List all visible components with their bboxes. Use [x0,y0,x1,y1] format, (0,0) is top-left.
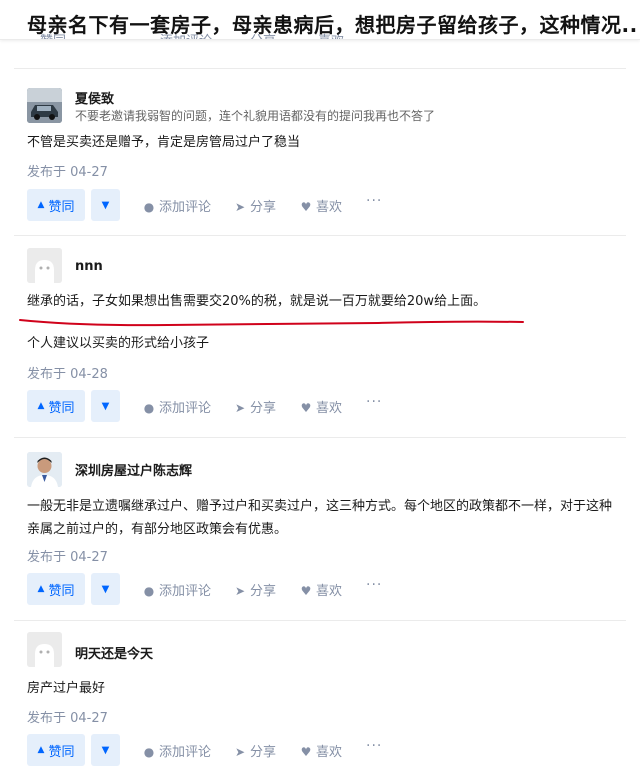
share-button[interactable]: ➤ 分享 [233,196,276,215]
like-button[interactable]: ♥ 喜欢 [299,580,342,599]
upvote-label: 赞同 [48,400,75,416]
question-header: 赞同 添加评论 分享 喜欢 母亲名下有一套房子，母亲患病后，想把房子留给孩子，这… [0,0,640,40]
like-button[interactable]: ♥ 喜欢 [299,741,342,760]
comment-bubble-icon: ● [143,584,155,598]
avatar[interactable] [27,632,62,667]
triangle-down-icon: ▼ [101,400,110,412]
comment-button[interactable]: ● 添加评论 [142,397,211,416]
divider [14,68,626,69]
default-avatar-icon [27,632,62,667]
comment-label: 添加评论 [159,584,212,599]
answer-item: 夏侯致 不要老邀请我弱智的问题，连个礼貌用语都没有的提问我再也不答了 不管是买卖… [0,68,640,228]
upvote-label: 赞同 [48,199,75,215]
heart-icon: ♥ [300,200,312,214]
avatar[interactable] [27,88,62,123]
more-options-icon[interactable]: ··· [366,738,382,754]
comment-bubble-icon: ● [143,200,155,214]
downvote-button[interactable]: ▼ [91,189,120,221]
car-avatar-icon [27,88,62,123]
heart-icon: ♥ [300,584,312,598]
triangle-up-icon: ▲ [37,401,45,411]
downvote-button[interactable]: ▼ [91,390,120,422]
triangle-down-icon: ▼ [101,199,110,211]
like-label: 喜欢 [316,401,343,416]
share-arrow-icon: ➤ [234,200,246,214]
upvote-button[interactable]: ▲ 赞同 [27,573,85,605]
comment-button[interactable]: ● 添加评论 [142,196,211,215]
share-label: 分享 [250,200,277,215]
red-underline-annotation [19,319,524,327]
more-options-icon[interactable]: ··· [366,193,382,209]
answer-paragraph: 一般无非是立遗嘱继承过户、赠予过户和买卖过户，这三种方式。每个地区的政策都不一样… [27,499,613,537]
question-title[interactable]: 母亲名下有一套房子，母亲患病后，想把房子留给孩子，这种情况... [27,9,637,38]
share-arrow-icon: ➤ [234,745,246,759]
publish-date: 发布于 04-28 [27,367,108,382]
like-button[interactable]: ♥ 喜欢 [299,397,342,416]
comment-bubble-icon: ● [143,745,155,759]
author-name[interactable]: nnn [75,259,103,274]
answer-actions: ▲ 赞同 ▼ ● 添加评论 ➤ 分享 ♥ 喜欢 ··· [27,573,627,605]
heart-icon: ♥ [300,401,312,415]
answer-paragraph: 房产过户最好 [27,681,106,696]
triangle-up-icon: ▲ [37,745,45,755]
comment-label: 添加评论 [159,200,212,215]
publish-date: 发布于 04-27 [27,165,108,180]
downvote-button[interactable]: ▼ [91,573,120,605]
more-options-icon[interactable]: ··· [366,394,382,410]
like-button[interactable]: ♥ 喜欢 [299,196,342,215]
share-button[interactable]: ➤ 分享 [233,580,276,599]
triangle-down-icon: ▼ [101,583,110,595]
share-label: 分享 [250,745,277,760]
comment-bubble-icon: ● [143,401,155,415]
like-label: 喜欢 [316,584,343,599]
answer-item: nnn 继承的话，子女如果想出售需要交20%的税，就是说一百万就要给20w给上面… [0,235,640,430]
author-name[interactable]: 明天还是今天 [75,643,153,662]
comment-label: 添加评论 [159,745,212,760]
publish-date: 发布于 04-27 [27,711,108,726]
triangle-up-icon: ▲ [37,200,45,210]
divider [14,235,626,236]
share-label: 分享 [250,401,277,416]
share-button[interactable]: ➤ 分享 [233,741,276,760]
answer-actions: ▲ 赞同 ▼ ● 添加评论 ➤ 分享 ♥ 喜欢 ··· [27,189,627,221]
upvote-button[interactable]: ▲ 赞同 [27,734,85,766]
heart-icon: ♥ [300,745,312,759]
comment-label: 添加评论 [159,401,212,416]
divider [14,620,626,621]
answer-paragraph: 继承的话，子女如果想出售需要交20%的税，就是说一百万就要给20w给上面。 [27,294,487,309]
default-avatar-icon [27,248,62,283]
answer-actions: ▲ 赞同 ▼ ● 添加评论 ➤ 分享 ♥ 喜欢 ··· [27,734,627,766]
avatar[interactable] [27,248,62,283]
triangle-down-icon: ▼ [101,744,110,756]
answer-actions: ▲ 赞同 ▼ ● 添加评论 ➤ 分享 ♥ 喜欢 ··· [27,390,627,422]
author-headline: 不要老邀请我弱智的问题，连个礼貌用语都没有的提问我再也不答了 [75,109,436,123]
answer-paragraph: 不管是买卖还是赠予，肯定是房管局过户了稳当 [27,135,301,150]
answer-item: 明天还是今天 房产过户最好 发布于 04-27 ▲ 赞同 ▼ ● 添加评论 ➤ 分享 … [0,620,640,777]
share-label: 分享 [250,584,277,599]
upvote-button[interactable]: ▲ 赞同 [27,390,85,422]
answer-item: 深圳房屋过户陈志辉 一般无非是立遗嘱继承过户、赠予过户和买卖过户，这三种方式。每… [0,437,640,617]
like-label: 喜欢 [316,200,343,215]
share-arrow-icon: ➤ [234,584,246,598]
more-options-icon[interactable]: ··· [366,577,382,593]
upvote-button[interactable]: ▲ 赞同 [27,189,85,221]
triangle-up-icon: ▲ [37,584,45,594]
share-button[interactable]: ➤ 分享 [233,397,276,416]
avatar[interactable] [27,452,62,487]
publish-date: 发布于 04-27 [27,550,108,565]
person-photo-avatar-icon [27,452,62,487]
downvote-button[interactable]: ▼ [91,734,120,766]
comment-button[interactable]: ● 添加评论 [142,580,211,599]
comment-button[interactable]: ● 添加评论 [142,741,211,760]
author-name[interactable]: 夏侯致 [75,88,114,107]
like-label: 喜欢 [316,745,343,760]
upvote-label: 赞同 [48,744,75,760]
divider [14,437,626,438]
answer-paragraph: 个人建议以买卖的形式给小孩子 [27,336,210,351]
share-arrow-icon: ➤ [234,401,246,415]
upvote-label: 赞同 [48,583,75,599]
author-name[interactable]: 深圳房屋过户陈志辉 [75,460,192,479]
